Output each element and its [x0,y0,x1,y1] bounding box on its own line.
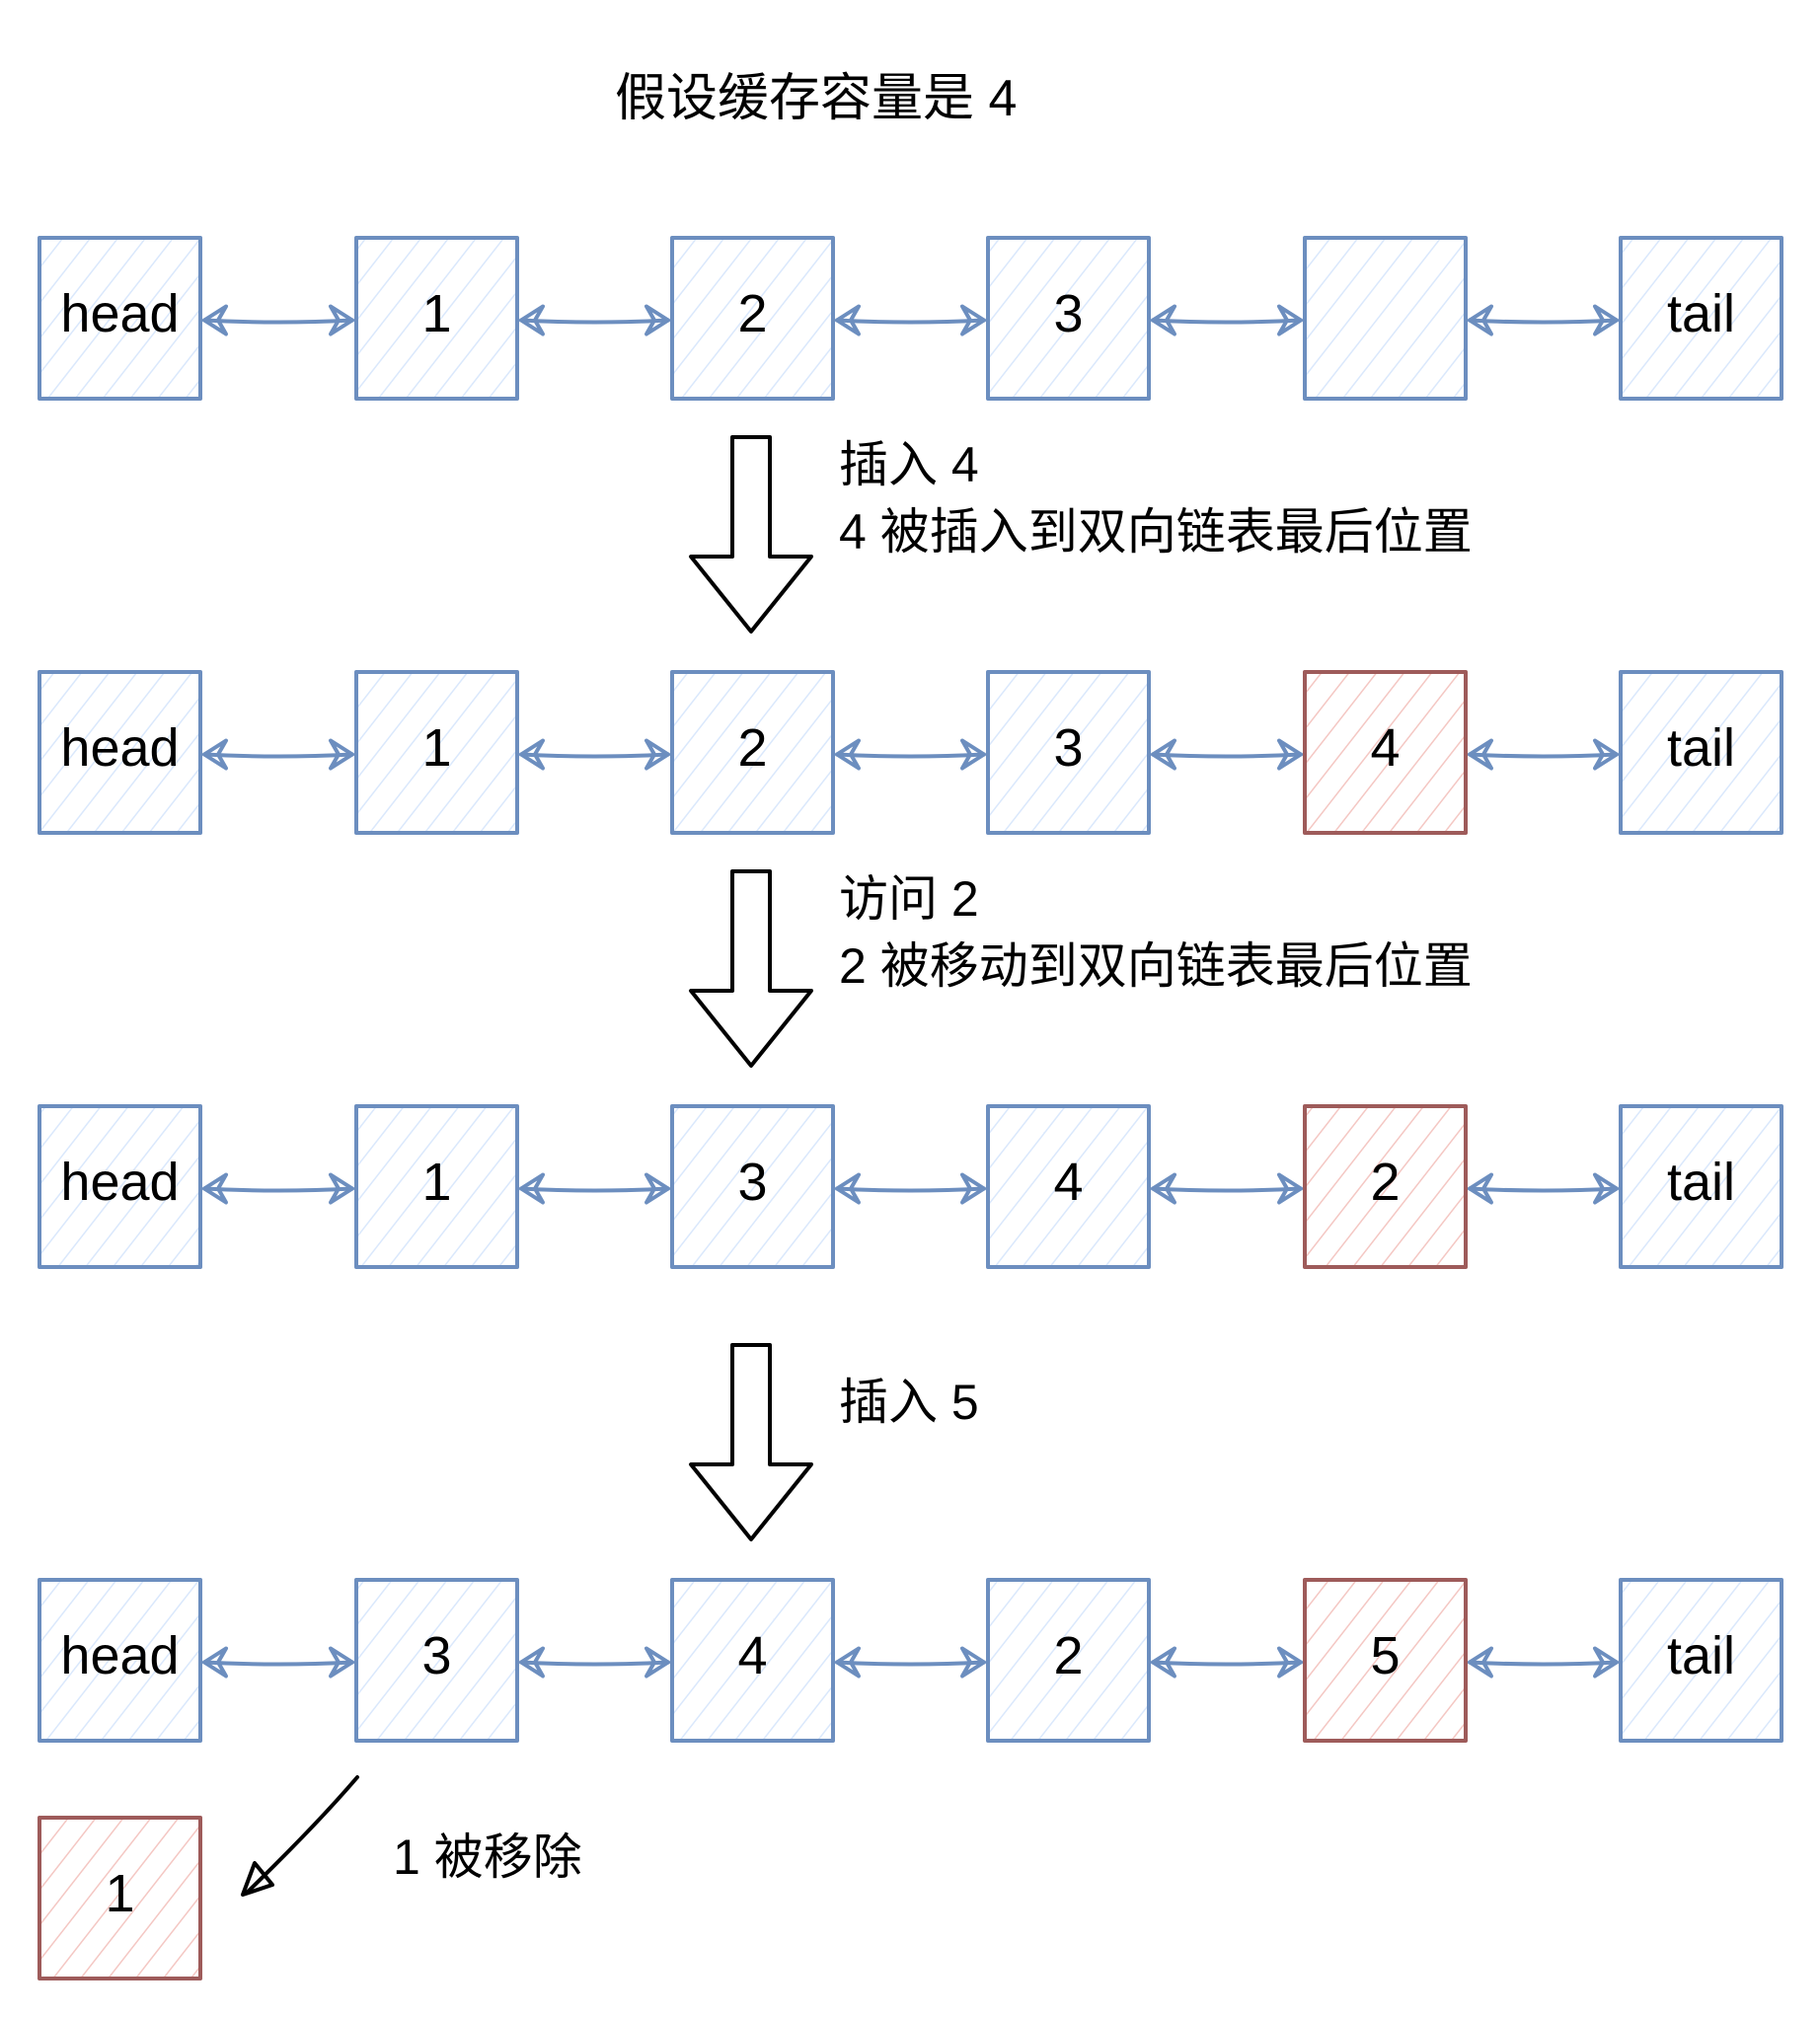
step-caption: 2 被移动到双向链表最后位置 [839,938,1473,994]
bidirectional-arrow-icon [519,1172,670,1205]
bidirectional-arrow-icon [519,738,670,771]
node-label: tail [1666,1626,1736,1685]
down-arrow-icon [689,435,813,634]
bidirectional-arrow-icon [835,1646,986,1679]
bidirectional-arrow-icon [835,1172,986,1205]
step-caption: 插入 5 [839,1375,979,1430]
down-arrow-icon [689,869,813,1068]
node-label: tail [1666,1153,1736,1212]
node-label: 2 [737,284,768,343]
node-label: 3 [1053,718,1084,778]
bidirectional-arrow-icon [202,1646,354,1679]
linked-list-row [38,670,1783,835]
bidirectional-arrow-icon [1151,1646,1303,1679]
removal-arrow-icon [241,1775,359,1897]
bidirectional-arrow-icon [1151,304,1303,336]
node-label: 5 [1370,1626,1401,1685]
step-caption: 插入 4 [839,437,979,492]
node-label: 2 [1053,1626,1084,1685]
node-box [1303,236,1468,401]
node-label: 4 [737,1626,768,1685]
bidirectional-arrow-icon [1468,1172,1619,1205]
node-label: head [60,718,180,778]
node-label: 2 [737,718,768,778]
bidirectional-arrow-icon [519,1646,670,1679]
bidirectional-arrow-icon [1468,1646,1619,1679]
node-label: 1 [105,1864,135,1923]
diagram-title: 假设缓存容量是 4 [615,70,1018,127]
removed-caption: 1 被移除 [393,1830,582,1885]
node-label: 4 [1370,718,1401,778]
linked-list-row [38,236,1783,401]
node-label: tail [1666,284,1736,343]
down-arrow-icon [689,1343,813,1541]
linked-list-row [38,1104,1783,1269]
node-label: head [60,1626,180,1685]
linked-list-row [38,1578,1783,1743]
node-label: 1 [421,284,452,343]
bidirectional-arrow-icon [835,738,986,771]
node-label: head [60,1153,180,1212]
bidirectional-arrow-icon [1151,1172,1303,1205]
bidirectional-arrow-icon [202,738,354,771]
node-label: 2 [1370,1153,1401,1212]
node-label: head [60,284,180,343]
bidirectional-arrow-icon [519,304,670,336]
bidirectional-arrow-icon [835,304,986,336]
node-label: 3 [421,1626,452,1685]
bidirectional-arrow-icon [1151,738,1303,771]
bidirectional-arrow-icon [202,1172,354,1205]
list-node [1303,236,1468,401]
node-label: 1 [421,718,452,778]
lru-diagram [38,236,1783,1980]
node-label: 4 [1053,1153,1084,1212]
bidirectional-arrow-icon [1468,738,1619,771]
bidirectional-arrow-icon [1468,304,1619,336]
step-caption: 访问 2 [839,871,979,927]
bidirectional-arrow-icon [202,304,354,336]
node-label: 3 [737,1153,768,1212]
node-label: 1 [421,1153,452,1212]
node-label: 3 [1053,284,1084,343]
step-caption: 4 被插入到双向链表最后位置 [839,504,1473,560]
node-label: tail [1666,718,1736,778]
